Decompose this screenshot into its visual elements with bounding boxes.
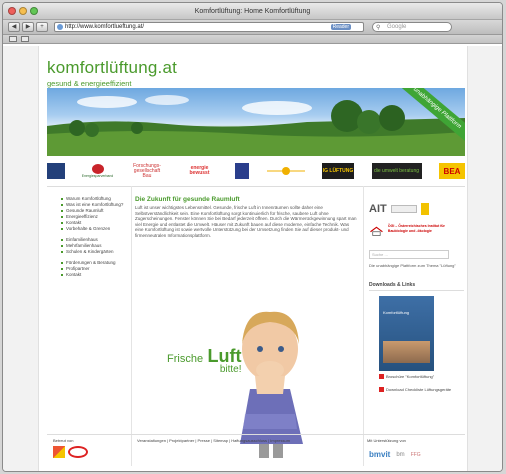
house-icon: [370, 226, 383, 236]
sun-logo-icon: [266, 167, 305, 175]
ait-badge-icon: [420, 203, 429, 215]
top-sites-icon[interactable]: [21, 36, 29, 42]
footer-managed-by: Betreut von: [53, 438, 74, 443]
partner-logo[interactable]: die umwelt beratung: [371, 163, 422, 179]
site-logo[interactable]: komfortlüftung.at gesund & energieeffizi…: [47, 58, 177, 88]
close-window-button[interactable]: [8, 7, 16, 15]
landscape-image: [47, 95, 465, 156]
reading-list-icon[interactable]: [9, 36, 17, 42]
title-bar: Komfortlüftung: Home Komfortlüftung: [3, 3, 502, 20]
header-banner: Die unabhängige Plattform: [47, 88, 465, 156]
partner-logo-label: Energiesparverband: [81, 173, 114, 178]
search-placeholder: Google: [387, 24, 407, 30]
forward-button[interactable]: ▶: [22, 22, 34, 32]
nav-item-grenzen[interactable]: Vorbehalte & Grenzen: [61, 226, 131, 232]
column-divider: [131, 186, 132, 466]
footer-logo[interactable]: [53, 446, 65, 458]
brochure-cover[interactable]: Komfortlüftung: [379, 296, 434, 371]
download-link-label: Broschüre "Komfortlüftung": [386, 374, 435, 379]
sponsor-logo[interactable]: FFG: [411, 452, 421, 458]
browser-window: Komfortlüftung: Home Komfortlüftung ◀ ▶ …: [2, 2, 503, 472]
main-body-text: Luft ist unser wichtigstes Lebensmittel.…: [135, 205, 357, 238]
bookmarks-bar: [3, 35, 502, 44]
nav-group: Warum Komfortlüftung Was ist eine Komfor…: [61, 196, 131, 232]
partner-logo[interactable]: Forschungs-gesellschaft Bau: [130, 163, 164, 179]
footer-support: Mit Unterstützung von: [367, 438, 406, 443]
web-page: komfortlüftung.at gesund & energieeffizi…: [38, 46, 468, 471]
logo-subtitle: gesund & energieeffizient: [47, 79, 132, 88]
partner-logo[interactable]: [47, 163, 65, 179]
sponsor-logo[interactable]: bm: [396, 452, 404, 458]
column-divider: [363, 186, 364, 466]
search-icon: ⚲: [376, 25, 381, 31]
back-button[interactable]: ◀: [8, 22, 20, 32]
downloads-heading: Downloads & Links: [369, 282, 464, 291]
page-viewport: komfortlüftung.at gesund & energieeffizi…: [3, 46, 502, 471]
left-navigation: Warum Komfortlüftung Was ist eine Komfor…: [61, 196, 131, 278]
right-sidebar: AIT ÖGI – Österreichisches Institut für …: [369, 196, 464, 392]
partner-logo[interactable]: [235, 163, 249, 179]
zoom-window-button[interactable]: [30, 7, 38, 15]
sponsor-logos: bmvit bm FFG: [369, 450, 421, 459]
partner-logo[interactable]: energie bewusst: [182, 163, 218, 179]
add-bookmark-button[interactable]: +: [36, 22, 48, 32]
footer-logos: [53, 446, 88, 458]
download-link-2[interactable]: Download Checkliste Lüftungsgeräte: [379, 387, 464, 392]
footer: Betreut von Veranstaltungen | Projektpar…: [47, 436, 465, 471]
window-controls: [8, 7, 38, 15]
partner-logo[interactable]: Energiesparverband: [81, 163, 114, 179]
sidebar-note: Die unabhängige Plattform zum Thema "Lüf…: [369, 263, 456, 268]
oegi-text: ÖGI – Österreichisches Institut für Baub…: [388, 224, 464, 238]
reader-button[interactable]: Reader: [330, 24, 351, 30]
nav-item-kontakt-2[interactable]: Kontakt: [61, 272, 131, 278]
slogan-word-1: Frische: [167, 353, 204, 365]
sidebar-search-input[interactable]: Suche ...: [369, 250, 449, 259]
globe-icon: [57, 24, 63, 30]
footer-logo[interactable]: [68, 446, 88, 458]
oegi-block[interactable]: ÖGI – Österreichisches Institut für Baub…: [369, 224, 464, 238]
logo-title: komfortlüftung.at: [47, 58, 178, 77]
main-heading: Die Zukunft für gesunde Raumluft: [135, 196, 240, 203]
partner-mark-icon: [91, 163, 104, 174]
sponsor-logo[interactable]: bmvit: [369, 450, 390, 459]
ait-logo: AIT: [369, 203, 387, 215]
search-field[interactable]: ⚲ Google: [372, 22, 452, 32]
brochure-title: Komfortlüftung: [383, 310, 410, 315]
divider: [47, 186, 465, 187]
address-bar[interactable]: http://www.komfortlueftung.at/ Reader: [54, 22, 364, 32]
oegi-title: ÖGI – Österreichisches Institut für Baub…: [387, 224, 445, 233]
main-content: Die Zukunft für gesunde Raumluft Luft is…: [135, 196, 357, 238]
minimize-window-button[interactable]: [19, 7, 27, 15]
partner-logo[interactable]: IG LÜFTUNG: [322, 163, 354, 179]
divider: [47, 434, 465, 435]
partner-logo[interactable]: BEA: [439, 163, 465, 179]
ait-logo-block[interactable]: AIT: [369, 196, 464, 222]
url-text: http://www.komfortlueftung.at/: [65, 24, 145, 30]
window-title: Komfortlüftung: Home Komfortlüftung: [194, 8, 311, 15]
download-link-1[interactable]: Broschüre "Komfortlüftung": [379, 374, 464, 379]
nav-group: Einfamilienhaus Mehrfamilienhaus Schulen…: [61, 237, 131, 255]
footer-links[interactable]: Veranstaltungen | Projektpartner | Press…: [137, 438, 290, 443]
download-link-label: Download Checkliste Lüftungsgeräte: [386, 387, 452, 392]
browser-toolbar: ◀ ▶ + http://www.komfortlueftung.at/ Rea…: [3, 20, 502, 35]
partner-logo[interactable]: [266, 163, 305, 179]
pdf-icon: [379, 387, 384, 392]
brochure-photo: [383, 341, 430, 363]
ait-sub-logo: [390, 205, 417, 213]
nav-item-schulen[interactable]: Schulen & Kindergärten: [61, 249, 131, 255]
nav-group: Förderungen & Beratung Profipartner Kont…: [61, 260, 131, 278]
pdf-icon: [379, 374, 384, 379]
partner-logos-row: Energiesparverband Forschungs-gesellscha…: [47, 160, 465, 182]
